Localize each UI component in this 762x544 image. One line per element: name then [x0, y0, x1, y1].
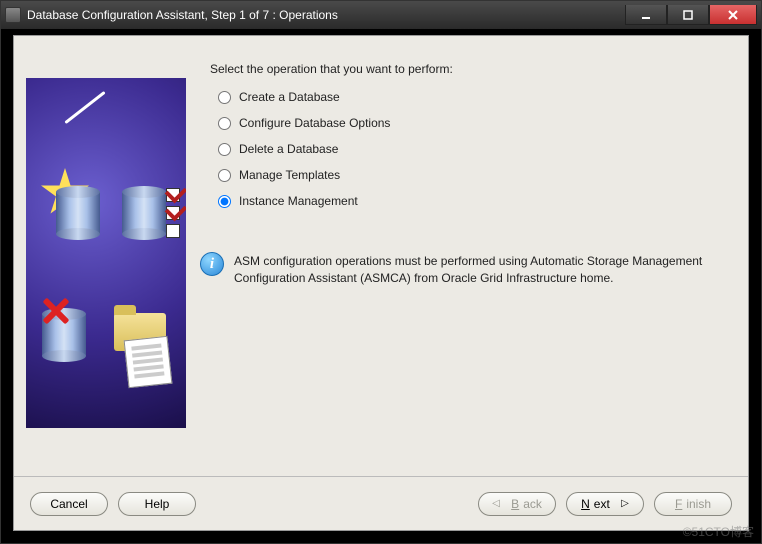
maximize-button[interactable]	[667, 5, 709, 25]
main-panel: Select the operation that you want to pe…	[26, 48, 736, 470]
cancel-button[interactable]: Cancel	[30, 492, 108, 516]
client-area: Select the operation that you want to pe…	[7, 29, 755, 537]
option-label: Delete a Database	[239, 142, 338, 156]
back-button[interactable]: ◁ Back	[478, 492, 556, 516]
document-icon	[124, 336, 173, 388]
wand-icon	[64, 91, 105, 124]
checklist-icon	[166, 188, 180, 238]
form-area: Select the operation that you want to pe…	[186, 48, 736, 470]
wizard-illustration	[26, 78, 186, 428]
prompt-label: Select the operation that you want to pe…	[210, 62, 726, 76]
option-label: Configure Database Options	[239, 116, 390, 130]
app-window: Database Configuration Assistant, Step 1…	[0, 0, 762, 544]
window-controls	[625, 5, 757, 25]
close-button[interactable]	[709, 5, 757, 25]
radio-create-database[interactable]	[218, 91, 231, 104]
radio-instance-management[interactable]	[218, 195, 231, 208]
radio-delete-database[interactable]	[218, 143, 231, 156]
help-button[interactable]: Help	[118, 492, 196, 516]
option-manage-templates[interactable]: Manage Templates	[218, 168, 726, 182]
operation-options: Create a Database Configure Database Opt…	[218, 90, 726, 208]
option-label: Create a Database	[239, 90, 340, 104]
delete-x-icon	[42, 296, 70, 324]
info-message: i ASM configuration operations must be p…	[200, 252, 726, 288]
chevron-right-icon: ▷	[621, 498, 629, 509]
next-button[interactable]: Next ▷	[566, 492, 644, 516]
option-delete-database[interactable]: Delete a Database	[218, 142, 726, 156]
radio-configure-database[interactable]	[218, 117, 231, 130]
button-bar: Cancel Help ◁ Back Next ▷ Finish	[14, 476, 748, 530]
minimize-button[interactable]	[625, 5, 667, 25]
content-area: Select the operation that you want to pe…	[13, 35, 749, 531]
checkbox-icon	[166, 224, 180, 238]
option-configure-database[interactable]: Configure Database Options	[218, 116, 726, 130]
finish-button: Finish	[654, 492, 732, 516]
database-icon	[56, 186, 100, 240]
option-label: Manage Templates	[239, 168, 340, 182]
info-icon: i	[200, 252, 224, 276]
option-instance-management[interactable]: Instance Management	[218, 194, 726, 208]
titlebar[interactable]: Database Configuration Assistant, Step 1…	[1, 1, 761, 29]
radio-manage-templates[interactable]	[218, 169, 231, 182]
chevron-left-icon: ◁	[492, 498, 500, 509]
database-icon	[122, 186, 166, 240]
option-label: Instance Management	[239, 194, 358, 208]
info-text: ASM configuration operations must be per…	[234, 252, 726, 288]
app-icon	[5, 7, 21, 23]
window-title: Database Configuration Assistant, Step 1…	[27, 8, 625, 22]
option-create-database[interactable]: Create a Database	[218, 90, 726, 104]
checkbox-icon	[166, 206, 180, 220]
